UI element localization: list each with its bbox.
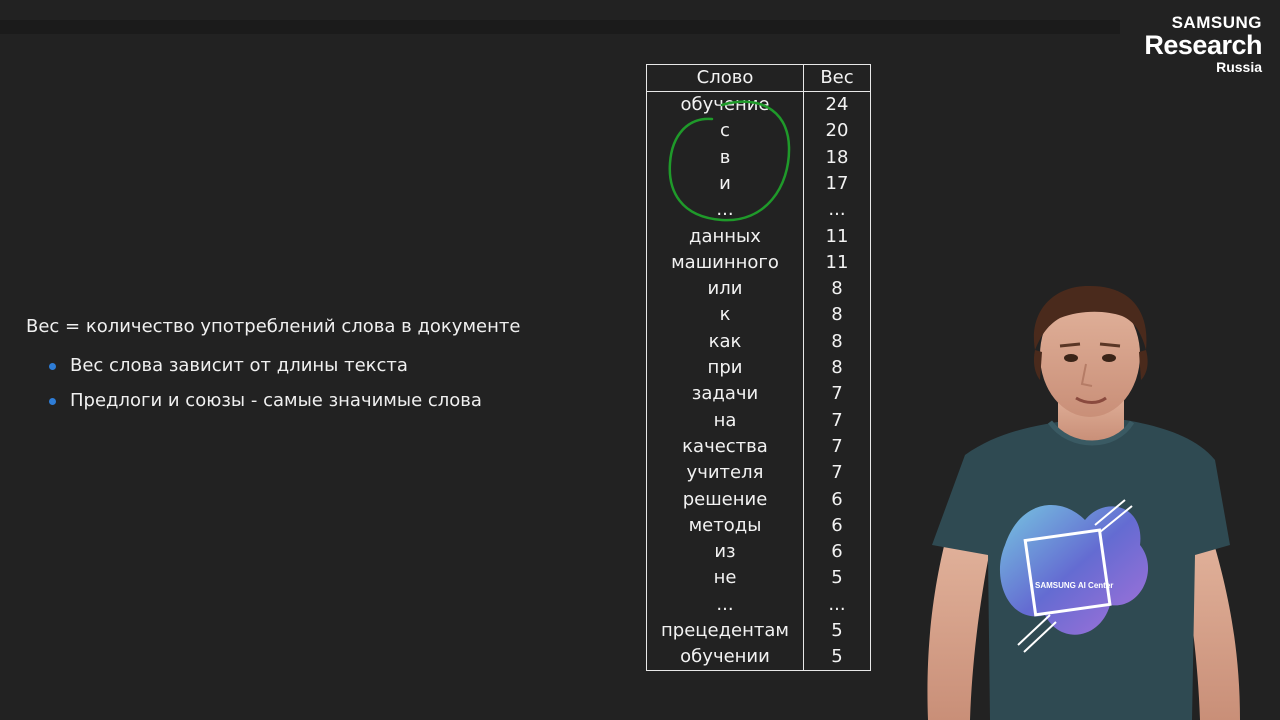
table-cell-word: ... bbox=[716, 593, 734, 615]
table-cell-word: задачи bbox=[691, 383, 759, 405]
table-cell-word: при bbox=[707, 357, 743, 378]
table-cell-weight: 18 bbox=[825, 146, 849, 168]
table-cell-word: решение bbox=[682, 488, 768, 510]
table-cell-word: на bbox=[713, 409, 737, 431]
table-cell-word: методы bbox=[688, 514, 762, 536]
header-weight: Вес bbox=[820, 67, 854, 88]
table-cell-weight: ... bbox=[828, 593, 846, 615]
table-cell-word: ... bbox=[716, 199, 734, 221]
bullet-dot-icon bbox=[49, 398, 56, 405]
table-cell-weight: 6 bbox=[831, 541, 843, 563]
table-cell-weight: 20 bbox=[825, 120, 849, 142]
logo-brand: SAMSUNG bbox=[1171, 13, 1262, 32]
lecture-slide: SAMSUNG Research Russia Вес = количество… bbox=[0, 0, 1280, 720]
table-cell-word: учителя bbox=[686, 462, 764, 484]
table-cell-word: прецедентам bbox=[661, 620, 789, 641]
table-cell-word: из bbox=[714, 541, 736, 563]
table-cell-weight: 8 bbox=[831, 357, 843, 378]
table-cell-weight: 17 bbox=[825, 172, 849, 194]
table-cell-word: качества bbox=[682, 435, 768, 457]
logo-research: Research bbox=[1144, 30, 1262, 60]
word-weight-table: Слово Вес обучение 24 с 20 в 18 и 17...... данны… bbox=[646, 64, 871, 671]
table-cell-word: машинного bbox=[671, 251, 779, 273]
bullet-dot-icon bbox=[49, 363, 56, 370]
table-cell-weight: 7 bbox=[831, 383, 843, 405]
table-cell-word: с bbox=[720, 120, 730, 142]
table-cell-weight: 6 bbox=[831, 488, 843, 510]
table-cell-weight: 8 bbox=[831, 278, 843, 300]
table-cell-weight: 5 bbox=[831, 567, 843, 589]
table-cell-weight: 7 bbox=[831, 409, 843, 431]
table-cell-weight: 8 bbox=[831, 330, 843, 352]
logo-country: Russia bbox=[1216, 59, 1262, 75]
table-cell-weight: 24 bbox=[825, 94, 849, 115]
bullet-text: Вес слова зависит от длины текста bbox=[70, 355, 408, 376]
table-cell-weight: 11 bbox=[825, 225, 849, 247]
table-cell-weight: 7 bbox=[831, 435, 843, 457]
bullet-item: Вес слова зависит от длины текста bbox=[48, 355, 482, 390]
header-word: Слово bbox=[696, 67, 754, 88]
table-cell-word: в bbox=[719, 146, 731, 168]
top-band bbox=[0, 20, 1120, 34]
bullet-item: Предлоги и союзы - самые значимые слова bbox=[48, 390, 482, 425]
table-cell-word: или bbox=[707, 278, 743, 300]
table-cell-weight: 11 bbox=[825, 251, 849, 273]
table-cell-weight: 8 bbox=[831, 304, 843, 326]
bullet-list: Вес слова зависит от длины текста Предло… bbox=[48, 355, 482, 425]
table-cell-weight: 5 bbox=[831, 620, 843, 641]
table-cell-weight: 7 bbox=[831, 462, 843, 484]
table-cell-word: не bbox=[713, 567, 737, 589]
table-cell-weight: 6 bbox=[831, 514, 843, 536]
table-cell-weight: 5 bbox=[831, 646, 843, 668]
samsung-research-logo: SAMSUNG Research Russia bbox=[1144, 14, 1262, 74]
table-cell-word: к bbox=[719, 304, 731, 326]
shirt-text: SAMSUNG AI Center bbox=[1035, 581, 1113, 590]
weight-definition: Вес = количество употреблений слова в до… bbox=[26, 316, 521, 337]
table-cell-word: обучении bbox=[680, 646, 770, 668]
table-cell-weight: ... bbox=[828, 199, 846, 221]
table-cell-word: и bbox=[719, 172, 731, 194]
table-cell-word: обучение bbox=[680, 94, 770, 115]
presenter-video: SAMSUNG AI Center bbox=[927, 285, 1240, 720]
table-cell-word: данных bbox=[689, 225, 761, 247]
table-cell-word: как bbox=[708, 330, 742, 352]
bullet-text: Предлоги и союзы - самые значимые слова bbox=[70, 390, 482, 411]
